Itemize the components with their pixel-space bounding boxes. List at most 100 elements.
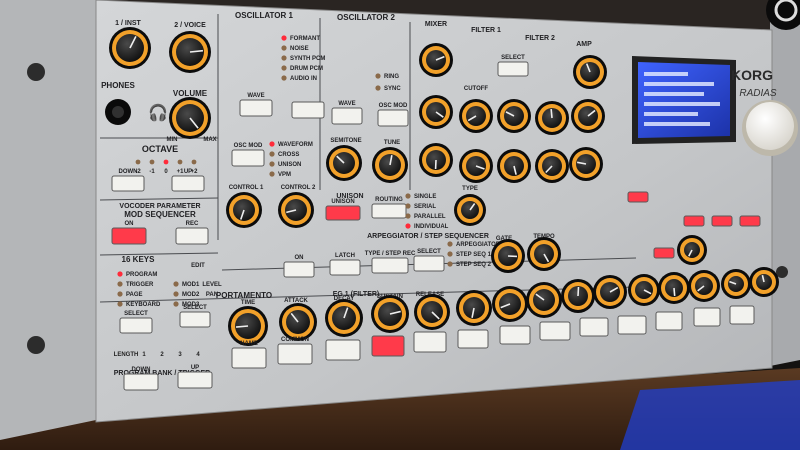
arp-select-button[interactable]: SELECT [413, 249, 445, 272]
pad-cap [413, 331, 447, 353]
section-title-osc2: OSCILLATOR 2 [337, 13, 395, 22]
wave2-cap [331, 107, 363, 125]
pad-button[interactable] [655, 311, 683, 331]
routing-label: PARALLEL [414, 214, 446, 220]
pad-button[interactable] [539, 321, 571, 341]
filter-select-cap [497, 61, 529, 77]
pad-button[interactable] [683, 215, 705, 227]
arp-select-label: SELECT [417, 249, 441, 255]
osc1-wave-led [281, 55, 287, 61]
label-control2: CONTROL 2 [281, 185, 316, 191]
section-title-filter1: FILTER 1 [471, 27, 501, 34]
section-title-16keys: 16 KEYS [122, 255, 156, 264]
osc-mod2-label: OSC MOD [379, 103, 408, 109]
keys-select-label: SELECT [124, 311, 148, 317]
section-title-mixer: MIXER [425, 21, 447, 28]
osc-mod2-cap [377, 109, 409, 127]
pad-button[interactable] [617, 315, 647, 335]
key-mode-label: TRIGGER [126, 282, 154, 288]
common-button-button[interactable]: COMMON [277, 337, 313, 365]
routing-label: INDIVIDUAL [414, 224, 449, 230]
osc-mod-led [269, 141, 275, 147]
routing-button-button[interactable]: ROUTING [371, 197, 407, 219]
key-mode-label: KEYBOARD [126, 302, 161, 308]
pad-button[interactable] [627, 191, 649, 203]
pad-cap [627, 191, 649, 203]
label-max: MAX [203, 137, 216, 143]
mod-slot-led [173, 291, 179, 297]
osc-mod-led [269, 161, 275, 167]
name-button-label: NAME [240, 341, 258, 347]
latch-button-label: LATCH [335, 253, 355, 259]
wave-cap [239, 99, 273, 117]
blue-glow [620, 380, 800, 450]
section-title-volume: VOLUME [173, 89, 208, 98]
label-level: LEVEL [202, 282, 222, 288]
osc1-wave-led [281, 75, 287, 81]
routing-button-label: ROUTING [375, 197, 403, 203]
osc-mod-cap [231, 149, 265, 167]
label-cutoff: CUTOFF [464, 86, 489, 92]
routing-led [405, 213, 411, 219]
pad-button[interactable] [499, 325, 531, 345]
mod-slot-label: MOD1 [182, 282, 200, 288]
keys-select-button[interactable]: SELECT [119, 311, 153, 334]
pad-button[interactable] [325, 339, 361, 361]
octave-led [163, 159, 169, 165]
pad-cap [371, 335, 405, 357]
phones-jack-inner [112, 106, 124, 118]
korg-logo: KORG [731, 67, 773, 83]
label-type: TYPE [462, 186, 478, 192]
mod-select-cap [179, 311, 211, 328]
pad-button[interactable] [711, 215, 733, 227]
osc-mod-button[interactable]: OSC MOD [231, 143, 265, 167]
pad-button[interactable] [457, 329, 489, 349]
pad-button[interactable] [371, 335, 405, 357]
pad-button[interactable] [729, 305, 755, 325]
unison-button-label: UNISON [331, 199, 354, 205]
pad-cap [739, 215, 761, 227]
wave2-label: WAVE [338, 101, 355, 107]
pad-button[interactable] [739, 215, 761, 227]
pad-cap [499, 325, 531, 345]
arp-mode-led [447, 261, 453, 267]
keys-select-cap [119, 317, 153, 334]
pad-button[interactable] [653, 247, 675, 259]
pad-cap [683, 215, 705, 227]
label-semitone: SEMITONE [330, 138, 361, 144]
pad-button[interactable] [693, 307, 721, 327]
osc-mod2-button[interactable]: OSC MOD [377, 103, 409, 127]
synth-scene: OSCILLATOR 1 OSCILLATOR 2 MIXER FILTER 1 FIL… [0, 0, 800, 450]
pad-button[interactable] [291, 101, 325, 119]
osc-mod-label: CROSS [278, 152, 299, 158]
rack-ear-right [770, 0, 800, 366]
section-title-phones: PHONES [101, 81, 135, 90]
rack-ear-left [0, 0, 96, 440]
osc1-wave-label: SYNTH PCM [290, 56, 325, 62]
octave-led [177, 159, 183, 165]
filter-select-button[interactable]: SELECT [497, 55, 529, 77]
type-step-rec-label: TYPE / STEP REC [365, 251, 416, 257]
section-title-portamento: PORTAMENTO [216, 291, 272, 300]
value-dial[interactable] [746, 102, 794, 150]
pad-cap [457, 329, 489, 349]
latch-button-cap [329, 259, 361, 276]
pad-button[interactable] [579, 317, 609, 337]
type-step-rec-cap [371, 257, 409, 274]
arp-mode-label: STEP SEQ 1 [456, 252, 492, 258]
wave-label: WAVE [247, 93, 264, 99]
mod-select-button[interactable]: SELECT [179, 305, 211, 328]
modseq-rec-cap [175, 227, 209, 245]
model-name: RADIAS [739, 88, 777, 99]
pad-button[interactable] [413, 331, 447, 353]
octave-up-cap [171, 175, 205, 192]
modseq-rec-label: REC [186, 221, 199, 227]
label-control1: CONTROL 1 [229, 185, 264, 191]
unison-button-cap [325, 205, 361, 221]
mod-slot-led [173, 281, 179, 287]
pad-cap [325, 339, 361, 361]
mod-select-label: SELECT [183, 305, 207, 311]
type-step-rec-button[interactable]: TYPE / STEP REC [365, 251, 416, 274]
knob-indicator [550, 108, 553, 119]
arp-on-cap [283, 261, 315, 278]
